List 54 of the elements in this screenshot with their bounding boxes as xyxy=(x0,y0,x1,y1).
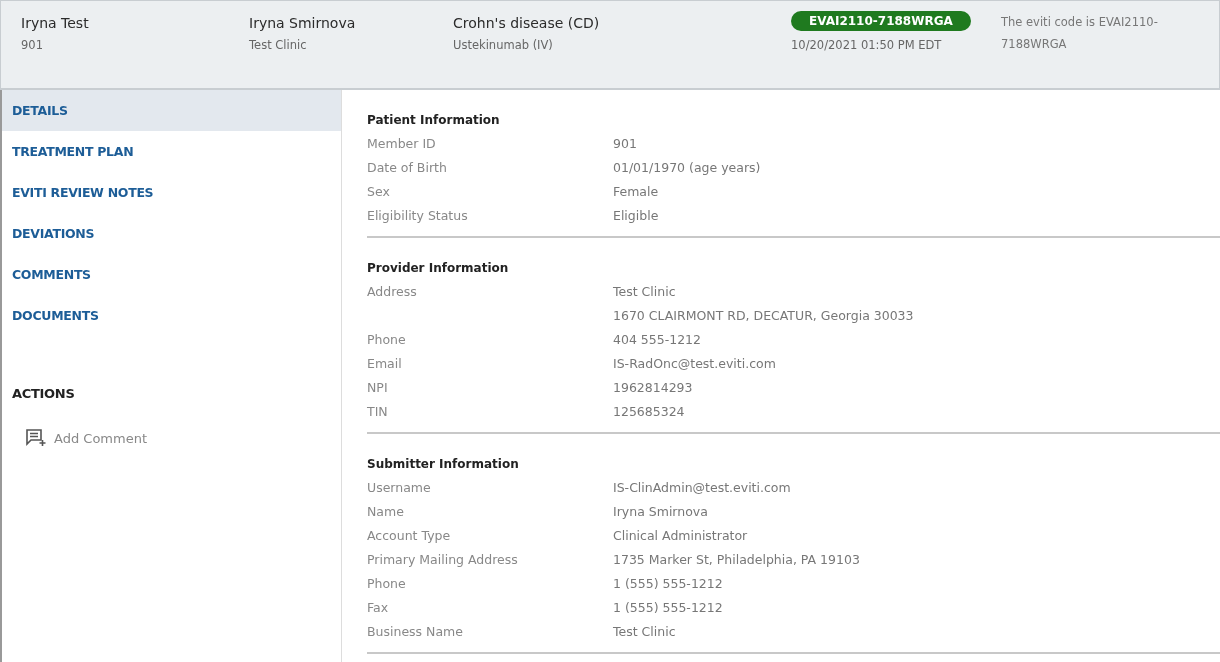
field-label: NPI xyxy=(367,379,389,397)
field-value: 125685324 xyxy=(613,403,685,421)
sidebar-item[interactable]: DOCUMENTS xyxy=(2,295,341,336)
patient-name: Iryna Test xyxy=(21,15,90,31)
code-badge: EVAI2110-7188WRGA xyxy=(791,11,971,31)
field-value: IS-RadOnc@test.eviti.com xyxy=(613,355,776,373)
field-label: Address xyxy=(367,283,418,301)
field-value: IS-ClinAdmin@test.eviti.com xyxy=(613,479,791,497)
drug-name: Ustekinumab (IV) xyxy=(453,38,554,52)
field-value: 1 (555) 555-1212 xyxy=(613,599,723,617)
comment-add-icon xyxy=(26,429,46,447)
sidebar-item[interactable]: COMMENTS xyxy=(2,254,341,295)
sidebar-item[interactable]: DEVIATIONS xyxy=(2,213,341,254)
field-label: Date of Birth xyxy=(367,159,448,177)
provider-name: Iryna Smirnova xyxy=(249,15,357,31)
field-value: Female xyxy=(613,183,659,201)
field-label: Eligibility Status xyxy=(367,207,469,225)
field-label: Phone xyxy=(367,575,407,593)
field-value: Clinical Administrator xyxy=(613,527,748,545)
field-label: Primary Mailing Address xyxy=(367,551,519,569)
code-note: The eviti code is EVAI2110-7188WRGA xyxy=(1001,14,1159,53)
field-label: Fax xyxy=(367,599,390,617)
field-value: Test Clinic xyxy=(613,623,676,641)
actions-heading: ACTIONS xyxy=(11,385,76,403)
field-label: Member ID xyxy=(367,135,437,153)
field-label: Username xyxy=(367,479,432,497)
field-label: Account Type xyxy=(367,527,452,545)
field-value: 1 (555) 555-1212 xyxy=(613,575,723,593)
field-label: Sex xyxy=(367,183,391,201)
diagnosis-name: Crohn's disease (CD) xyxy=(453,15,601,31)
section-heading: Provider Information xyxy=(367,260,510,277)
field-value: Test Clinic xyxy=(613,283,677,301)
field-label: Name xyxy=(367,503,405,521)
field-value: Eligible xyxy=(613,207,659,225)
timestamp: 10/20/2021 01:50 PM EDT xyxy=(791,38,942,52)
field-value: 901 xyxy=(613,135,637,153)
field-value: Iryna Smirnova xyxy=(613,503,708,521)
field-label: Phone xyxy=(367,331,407,349)
patient-id: 901 xyxy=(21,38,44,52)
clinic-name: Test Clinic xyxy=(249,38,308,52)
sidebar-item[interactable]: EVITI REVIEW NOTES xyxy=(2,172,341,213)
field-value: 1962814293 xyxy=(613,379,693,397)
field-value: 01/01/1970 (age years) xyxy=(613,159,761,177)
field-value: 404 555-1212 xyxy=(613,331,701,349)
field-value: 1735 Marker St, Philadelphia, PA 19103 xyxy=(613,551,860,569)
add-comment-button[interactable]: Add Comment xyxy=(2,429,147,447)
field-value: 1670 CLAIRMONT RD, DECATUR, Georgia 30033 xyxy=(613,307,914,325)
field-label: TIN xyxy=(367,403,389,421)
section-heading: Patient Information xyxy=(367,112,501,129)
field-label: Email xyxy=(367,355,403,373)
sidebar-item[interactable]: DETAILS xyxy=(2,90,341,131)
section-heading: Submitter Information xyxy=(367,456,520,473)
field-label: Business Name xyxy=(367,623,464,641)
sidebar-item[interactable]: TREATMENT PLAN xyxy=(2,131,341,172)
